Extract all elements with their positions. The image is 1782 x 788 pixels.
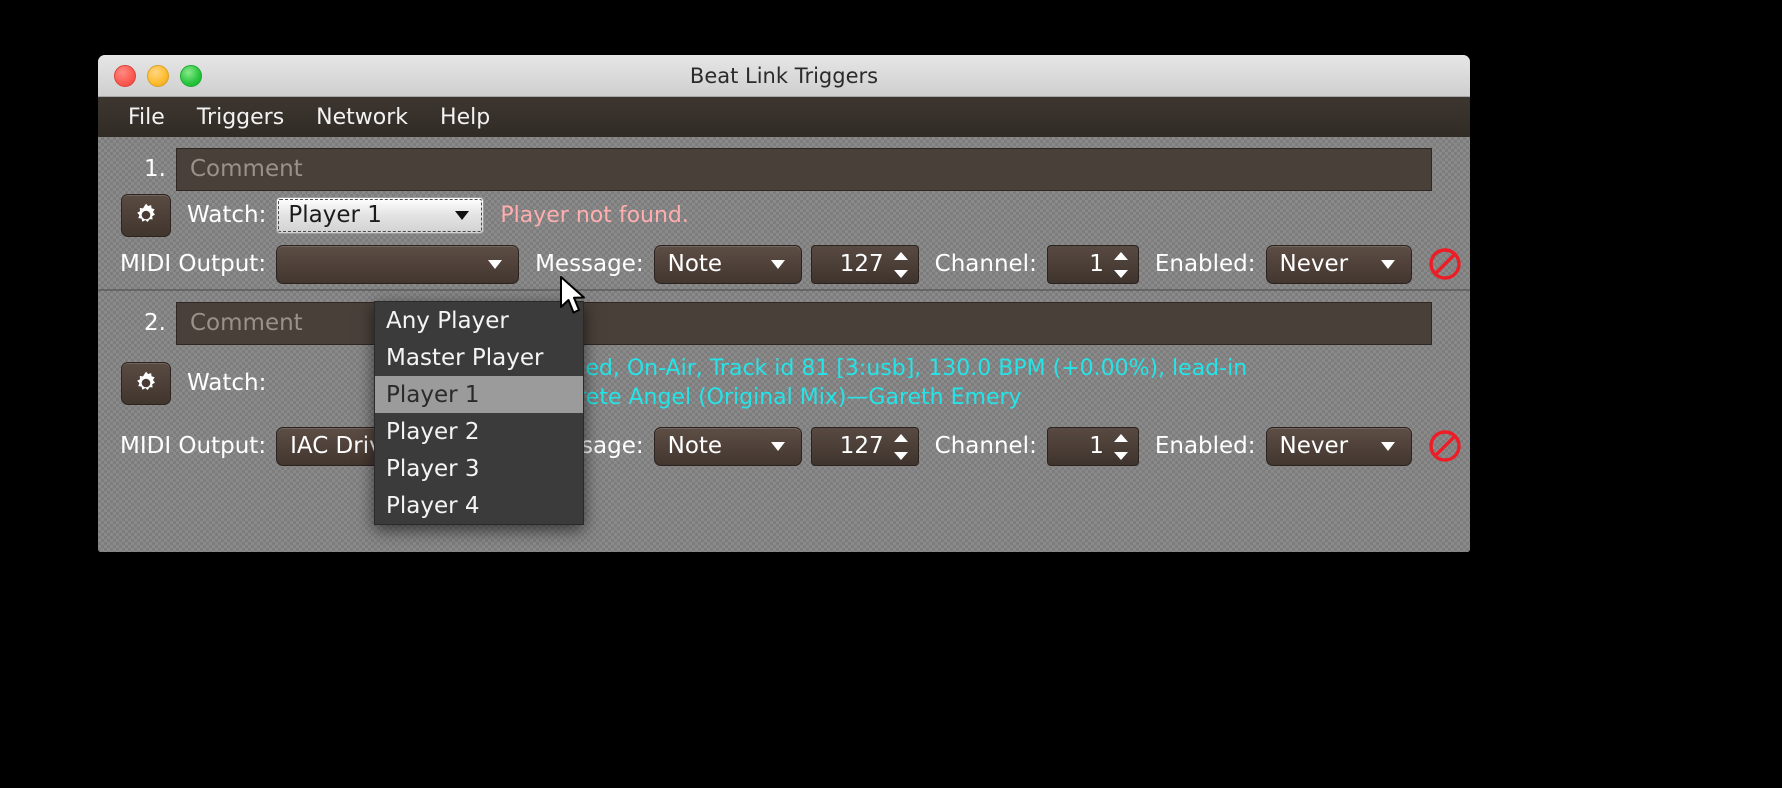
trigger-1-midi-row: MIDI Output: Message: Note 127 Channel: … xyxy=(98,239,1470,289)
stepper-arrows-icon[interactable] xyxy=(1110,431,1132,464)
stepper-arrows-icon[interactable] xyxy=(1110,249,1132,282)
trigger-1-comment-row: 1. Comment xyxy=(98,137,1470,191)
chevron-down-icon xyxy=(451,205,473,233)
dropdown-option-any-player[interactable]: Any Player xyxy=(375,302,583,339)
menu-help[interactable]: Help xyxy=(424,103,506,132)
menu-triggers[interactable]: Triggers xyxy=(181,103,300,132)
trigger-1-message-value: Note xyxy=(667,251,723,277)
dropdown-option-player-3[interactable]: Player 3 xyxy=(375,450,583,487)
trigger-1-enabled-value: Never xyxy=(1279,251,1349,277)
trigger-1-index: 1. xyxy=(144,156,166,182)
trigger-1-midi-output-select[interactable] xyxy=(276,244,520,284)
stepper-arrows-icon[interactable] xyxy=(890,431,912,464)
trigger-2-note-value: 127 xyxy=(839,433,884,459)
trigger-2-channel-spinner[interactable]: 1 xyxy=(1046,426,1139,466)
trigger-1-midi-output-label: MIDI Output: xyxy=(120,251,267,277)
trigger-1-enabled-select[interactable]: Never xyxy=(1265,244,1412,284)
triggers-panel: 1. Comment Watch: Player 1 Player not fo… xyxy=(98,137,1470,552)
chevron-down-icon xyxy=(767,436,789,464)
menu-bar: File Triggers Network Help xyxy=(98,97,1470,139)
no-entry-icon xyxy=(1428,430,1461,462)
trigger-2-status-line-1: 2 Stopped, On-Air, Track id 81 [3:usb], … xyxy=(500,356,1248,381)
dropdown-option-master-player[interactable]: Master Player xyxy=(375,339,583,376)
gear-icon xyxy=(137,203,155,222)
trigger-1-note-value: 127 xyxy=(839,251,884,277)
trigger-1-status: Player not found. xyxy=(500,202,689,228)
trigger-2-message-select[interactable]: Note xyxy=(653,426,802,466)
trigger-1-disabled-indicator xyxy=(1428,247,1462,281)
trigger-2-watch-label: Watch: xyxy=(187,370,267,396)
trigger-1-channel-spinner[interactable]: 1 xyxy=(1046,244,1139,284)
trigger-2-midi-output-label: MIDI Output: xyxy=(120,433,267,459)
trigger-2-midi-row: MIDI Output: IAC Driver Bus 1 Message: N… xyxy=(98,421,1470,471)
trigger-2-status: 2 Stopped, On-Air, Track id 81 [3:usb], … xyxy=(484,354,1247,412)
trigger-1-message-select[interactable]: Note xyxy=(653,244,802,284)
chevron-down-icon xyxy=(1377,436,1399,464)
watch-dropdown-menu[interactable]: Any Player Master Player Player 1 Player… xyxy=(374,301,584,525)
gear-icon xyxy=(137,371,155,390)
trigger-2-enabled-value: Never xyxy=(1279,433,1349,459)
menu-network[interactable]: Network xyxy=(300,103,424,132)
trigger-1-comment-input[interactable]: Comment xyxy=(176,147,1432,191)
trigger-1-watch-value: Player 1 xyxy=(288,202,382,228)
trigger-1-gear-button[interactable] xyxy=(121,193,171,237)
trigger-1-channel-label: Channel: xyxy=(934,251,1037,277)
trigger-1-watch-row: Watch: Player 1 Player not found. xyxy=(98,191,1470,239)
trigger-1-watch-select[interactable]: Player 1 xyxy=(276,196,485,234)
minimize-button[interactable] xyxy=(147,64,169,87)
trigger-2-channel-label: Channel: xyxy=(934,433,1037,459)
trigger-row-2: 2. Comment Watch: 2 Stopped, On-Air, Tra… xyxy=(98,291,1470,471)
trigger-1-enabled-label: Enabled: xyxy=(1154,251,1256,277)
dropdown-option-player-2[interactable]: Player 2 xyxy=(375,413,583,450)
window-title: Beat Link Triggers xyxy=(689,63,879,88)
trigger-2-watch-row: Watch: 2 Stopped, On-Air, Track id 81 [3… xyxy=(98,345,1470,421)
stepper-arrows-icon[interactable] xyxy=(890,249,912,282)
trigger-1-watch-label: Watch: xyxy=(187,202,267,228)
trigger-2-disabled-indicator xyxy=(1428,429,1462,463)
title-bar: Beat Link Triggers xyxy=(98,55,1470,97)
zoom-button[interactable] xyxy=(180,64,202,87)
trigger-2-enabled-label: Enabled: xyxy=(1154,433,1256,459)
trigger-1-note-spinner[interactable]: 127 xyxy=(810,244,919,284)
mouse-cursor xyxy=(559,276,589,322)
trigger-2-message-value: Note xyxy=(667,433,723,459)
trigger-row-1: 1. Comment Watch: Player 1 Player not fo… xyxy=(98,137,1470,289)
close-button[interactable] xyxy=(114,64,136,87)
trigger-2-status-line-2: Concrete Angel (Original Mix)—Gareth Eme… xyxy=(522,385,1022,410)
dropdown-option-player-4[interactable]: Player 4 xyxy=(375,487,583,524)
chevron-down-icon xyxy=(767,254,789,282)
trigger-2-enabled-select[interactable]: Never xyxy=(1265,426,1412,466)
chevron-down-icon xyxy=(484,254,506,282)
trigger-2-channel-value: 1 xyxy=(1089,433,1104,459)
menu-file[interactable]: File xyxy=(112,103,181,132)
trigger-2-comment-input[interactable]: Comment xyxy=(176,301,1432,345)
no-entry-icon xyxy=(1428,248,1461,280)
trigger-1-channel-value: 1 xyxy=(1089,251,1104,277)
dropdown-option-player-1[interactable]: Player 1 xyxy=(375,376,583,413)
trigger-2-note-spinner[interactable]: 127 xyxy=(810,426,919,466)
trigger-2-index: 2. xyxy=(144,310,166,336)
app-window: Beat Link Triggers File Triggers Network… xyxy=(98,55,1470,552)
trigger-2-gear-button[interactable] xyxy=(121,361,171,405)
chevron-down-icon xyxy=(1377,254,1399,282)
trigger-1-message-label: Message: xyxy=(535,251,644,277)
traffic-lights xyxy=(114,55,202,96)
trigger-2-comment-row: 2. Comment xyxy=(98,291,1470,345)
